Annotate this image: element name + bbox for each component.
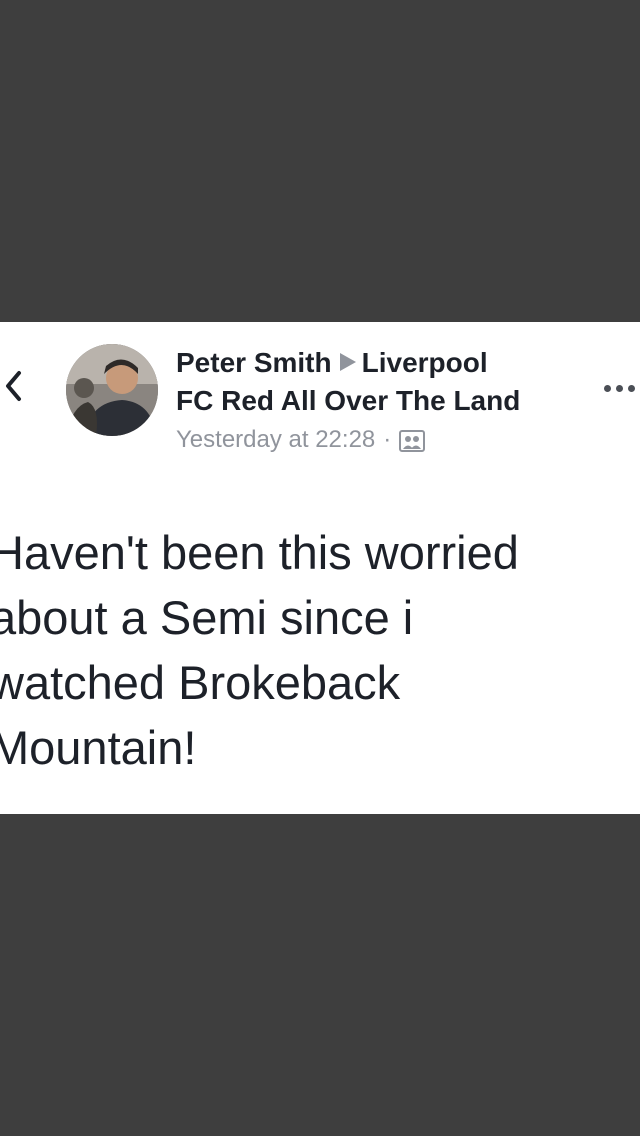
author-name[interactable]: Peter Smith — [176, 347, 332, 378]
post-text-line: about a Semi since i — [0, 591, 414, 644]
group-name-line1[interactable]: Liverpool — [362, 347, 488, 378]
arrow-right-icon — [339, 353, 356, 371]
avatar[interactable] — [66, 344, 158, 436]
post-timestamp[interactable]: Yesterday at 22:28 — [176, 424, 375, 456]
post-header-title: Peter Smith Liverpool FC Red All Over The… — [176, 344, 576, 420]
more-options-icon[interactable] — [604, 378, 640, 398]
group-name-line2[interactable]: FC Red All Over The Land — [176, 385, 520, 416]
post-text-line: Haven't been this worried — [0, 526, 519, 579]
meta-separator: · — [383, 426, 392, 453]
group-icon — [399, 429, 426, 452]
post-text-line: Mountain! — [0, 721, 197, 774]
post-meta: Yesterday at 22:28 · — [176, 424, 426, 456]
chevron-left-icon[interactable] — [0, 368, 26, 404]
post-text-line: watched Brokeback — [0, 656, 401, 709]
post-body: Haven't been this worried about a Semi s… — [0, 520, 630, 780]
